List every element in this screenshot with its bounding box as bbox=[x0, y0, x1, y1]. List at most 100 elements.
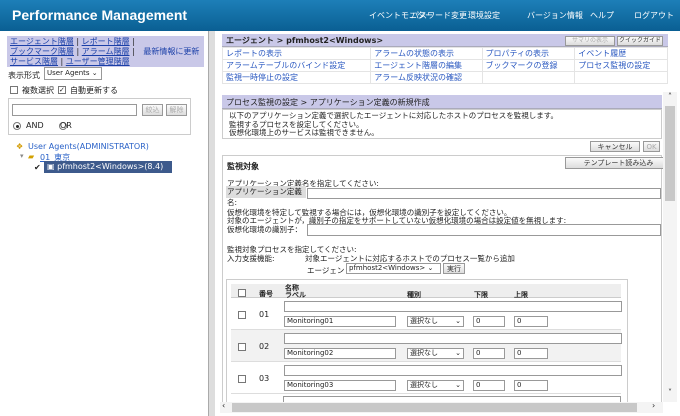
horizontal-scrollbar[interactable]: ‹ › bbox=[220, 401, 663, 413]
horizontal-scroll-thumb[interactable] bbox=[232, 403, 637, 412]
process-breadcrumb: プロセス監視の設定 > アプリケーション定義の新規作成 bbox=[222, 95, 662, 109]
link-pause-monitor[interactable]: 監視一時停止の設定 bbox=[221, 71, 372, 84]
chevron-down-icon: ⌄ bbox=[455, 349, 461, 357]
type-select[interactable]: 選択なし ⌄ bbox=[407, 316, 464, 327]
host-icon: ▣ bbox=[47, 162, 58, 171]
link-alarm-bind[interactable]: アラームテーブルのバインド設定 bbox=[221, 59, 372, 72]
upper-input[interactable]: 0 bbox=[514, 348, 548, 359]
link-user-tree[interactable]: ユーザー管理階層 bbox=[66, 57, 130, 66]
link-properties[interactable]: プロパティの表示 bbox=[481, 47, 576, 60]
scroll-right-icon[interactable]: › bbox=[652, 401, 655, 410]
scroll-up-icon[interactable]: ˄ bbox=[663, 92, 677, 101]
display-format-select[interactable]: User Agents ⌄ bbox=[44, 67, 102, 80]
type-select-value: 選択なし bbox=[410, 381, 438, 389]
clear-button[interactable]: 解除 bbox=[166, 104, 187, 116]
label-input[interactable]: Monitoring02 bbox=[284, 348, 396, 359]
nav-settings[interactable]: 環境設定 bbox=[468, 10, 500, 21]
app-def-name-input[interactable] bbox=[307, 188, 661, 199]
chevron-down-icon: ⌄ bbox=[455, 317, 461, 325]
type-select-value: 選択なし bbox=[410, 349, 438, 357]
process-breadcrumb-text: プロセス監視の設定 > アプリケーション定義の新規作成 bbox=[226, 98, 430, 107]
tree-host-selected[interactable]: ▣ pfmhost2<Windows>(8.4) bbox=[44, 161, 172, 173]
type-select[interactable]: 選択なし ⌄ bbox=[407, 348, 464, 359]
auto-refresh-label: 自動更新する bbox=[70, 86, 118, 95]
filter-button[interactable]: 絞込 bbox=[142, 104, 163, 116]
hierarchy-nav: エージェント階層 | レポート階層 | ブックマーク階層 | アラーム階層 | … bbox=[7, 36, 204, 67]
multi-select-checkbox[interactable] bbox=[10, 86, 18, 94]
scroll-down-icon[interactable]: ˅ bbox=[663, 388, 677, 397]
row-checkbox[interactable] bbox=[238, 375, 246, 383]
row-number: 03 bbox=[259, 374, 270, 383]
link-bookmark-tree[interactable]: ブックマーク階層 bbox=[10, 47, 74, 56]
display-format-value: User Agents bbox=[47, 69, 90, 77]
row-checkbox[interactable] bbox=[238, 311, 246, 319]
collapse-icon[interactable]: ▾ bbox=[20, 152, 24, 160]
chevron-down-icon: ⌄ bbox=[427, 264, 434, 272]
display-format-label: 表示形式 bbox=[8, 71, 40, 80]
table-row: 01 Monitoring01 選択なし ⌄ 0 0 bbox=[231, 298, 622, 330]
name-input[interactable] bbox=[284, 301, 622, 312]
link-process-monitor[interactable]: プロセス監視の設定 bbox=[574, 59, 668, 72]
upper-input[interactable]: 0 bbox=[514, 316, 548, 327]
link-alarm-status[interactable]: アラームの状態の表示 bbox=[370, 47, 483, 60]
link-report-view[interactable]: レポートの表示 bbox=[221, 47, 372, 60]
app-title: Performance Management bbox=[12, 7, 188, 23]
ok-button[interactable]: OK bbox=[643, 141, 660, 152]
agent-breadcrumb-text: エージェント > pfmhost2<Windows> bbox=[226, 36, 384, 45]
link-report-tree[interactable]: レポート階層 bbox=[82, 37, 130, 46]
table-row: 02 Monitoring02 選択なし ⌄ 0 0 bbox=[231, 330, 622, 362]
row-number: 02 bbox=[259, 342, 270, 351]
agent-select-value: pfmhost2<Windows> bbox=[349, 264, 426, 272]
pane-splitter[interactable] bbox=[208, 31, 215, 416]
nav-password[interactable]: パスワード変更 bbox=[411, 10, 467, 21]
nav-version[interactable]: バージョン情報 bbox=[527, 10, 583, 21]
agent-select[interactable]: pfmhost2<Windows> ⌄ bbox=[346, 263, 441, 274]
quickguide-button[interactable]: クイックガイド bbox=[617, 36, 663, 46]
chevron-down-icon: ⌄ bbox=[455, 381, 461, 389]
nav-logout[interactable]: ログアウト bbox=[634, 10, 674, 21]
virt-id-input[interactable] bbox=[307, 224, 661, 236]
type-select-value: 選択なし bbox=[410, 317, 438, 325]
link-alarm-reflect[interactable]: アラーム反映状況の確認 bbox=[370, 71, 483, 84]
link-edit-agent-tree[interactable]: エージェント階層の編集 bbox=[370, 59, 483, 72]
auto-refresh-checkbox[interactable]: ✓ bbox=[58, 86, 66, 94]
upper-input[interactable]: 0 bbox=[514, 380, 548, 391]
vertical-scroll-thumb[interactable] bbox=[665, 106, 675, 201]
label-input[interactable]: Monitoring01 bbox=[284, 316, 396, 327]
and-radio[interactable] bbox=[13, 122, 21, 130]
name-input[interactable] bbox=[284, 365, 622, 376]
type-select[interactable]: 選択なし ⌄ bbox=[407, 380, 464, 391]
refresh-link[interactable]: 最新情報に更新 bbox=[143, 47, 199, 56]
filter-input[interactable] bbox=[12, 104, 137, 116]
tree-root[interactable]: User Agents(ADMINISTRATOR) bbox=[28, 142, 149, 151]
run-button[interactable]: 実行 bbox=[443, 263, 465, 274]
agents-root-icon: ❖ bbox=[16, 142, 24, 151]
label-input[interactable]: Monitoring03 bbox=[284, 380, 396, 391]
link-alarm-tree[interactable]: アラーム階層 bbox=[82, 47, 130, 56]
multi-select-label: 複数選択 bbox=[22, 86, 54, 95]
vertical-scrollbar[interactable]: ˄ ˅ bbox=[663, 92, 677, 402]
link-service-tree[interactable]: サービス階層 bbox=[10, 57, 58, 66]
link-event-history[interactable]: イベント履歴 bbox=[574, 47, 668, 60]
cancel-button[interactable]: キャンセル bbox=[590, 141, 640, 152]
lower-input[interactable]: 0 bbox=[473, 380, 505, 391]
desc-line: 仮想化環境上のサービスは監視できません。 bbox=[229, 128, 379, 137]
chevron-down-icon: ⌄ bbox=[91, 69, 98, 77]
template-load-button[interactable]: テンプレート読み込み bbox=[565, 157, 672, 169]
lower-input[interactable]: 0 bbox=[473, 316, 505, 327]
virt-id-label: 仮想化環境の識別子： bbox=[227, 225, 302, 234]
link-agent-tree[interactable]: エージェント階層 bbox=[10, 37, 74, 46]
tree-host-label: pfmhost2<Windows>(8.4) bbox=[57, 162, 164, 171]
check-icon: ✔ bbox=[34, 163, 41, 172]
summary-button[interactable]: サマリの表示 bbox=[565, 36, 615, 46]
and-label: AND bbox=[26, 121, 44, 130]
scroll-left-icon[interactable]: ‹ bbox=[222, 401, 225, 410]
table-row: 03 Monitoring03 選択なし ⌄ 0 0 bbox=[231, 362, 622, 394]
lower-input[interactable]: 0 bbox=[473, 348, 505, 359]
name-input[interactable] bbox=[284, 333, 622, 344]
select-all-checkbox[interactable] bbox=[238, 289, 246, 297]
row-checkbox[interactable] bbox=[238, 343, 246, 351]
nav-help[interactable]: ヘルプ bbox=[590, 10, 614, 21]
row-number: 01 bbox=[259, 310, 270, 319]
link-bookmark[interactable]: ブックマークの登録 bbox=[481, 59, 576, 72]
